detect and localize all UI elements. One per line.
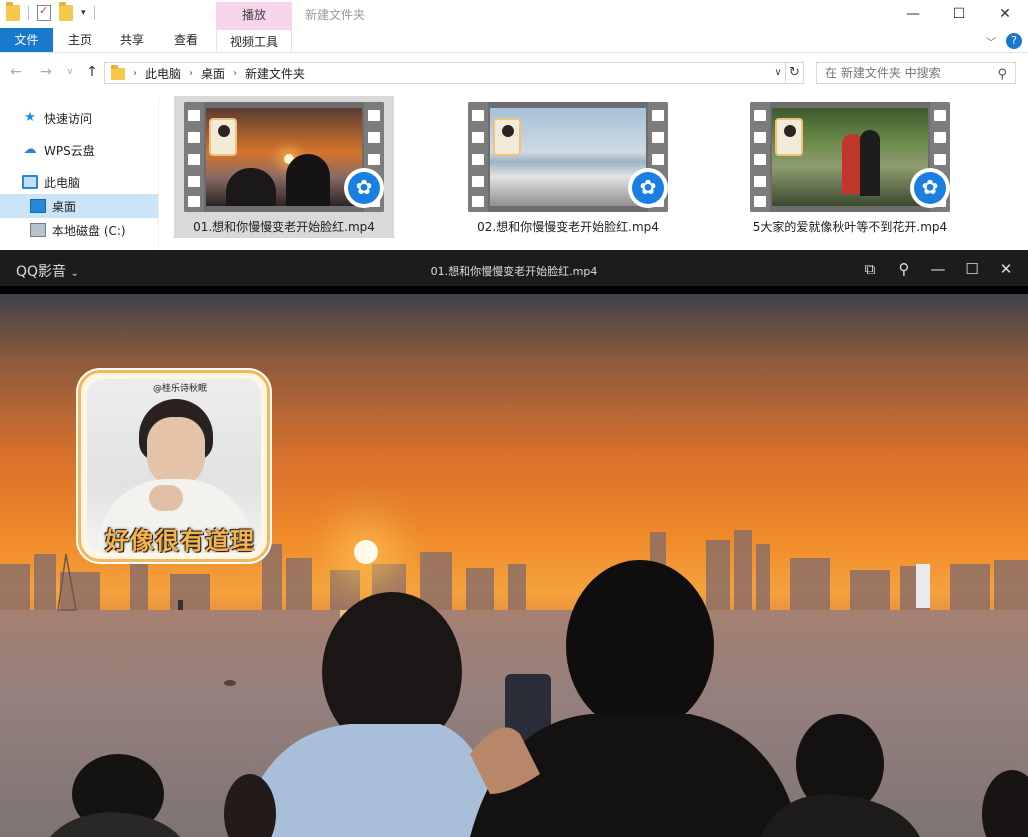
nav-item-label: 本地磁盘 (C:) — [52, 223, 126, 238]
hard-drive-icon — [30, 223, 46, 237]
sticker-overlay: @桂乐诗秋眠 好像很有道理 — [78, 370, 270, 562]
up-arrow-icon[interactable]: ↑ — [82, 62, 102, 82]
address-input[interactable]: › 此电脑 › 桌面 › 新建文件夹 — [104, 62, 786, 84]
expand-ribbon-icon[interactable]: ﹀ — [986, 34, 996, 49]
film-strip-edge — [468, 102, 488, 212]
sticker-caption: 好像很有道理 — [105, 527, 255, 553]
search-input[interactable]: 在 新建文件夹 中搜索 ⚲ — [816, 62, 1016, 84]
close-button[interactable]: ✕ — [998, 259, 1014, 279]
breadcrumb-new-folder[interactable]: 新建文件夹 — [245, 65, 305, 82]
video-thumbnail — [468, 102, 668, 212]
player-window-controls: ⧉ ⚲ — ☐ ✕ — [862, 259, 1014, 279]
thumbnail-frame — [490, 108, 646, 206]
location-folder-icon — [111, 65, 125, 80]
nav-item-label: WPS云盘 — [44, 143, 95, 158]
tab-video-tools[interactable]: 视频工具 — [216, 28, 292, 52]
context-tab-header: 播放 — [216, 2, 292, 28]
nav-item-desktop[interactable]: 桌面 — [0, 194, 158, 218]
tab-view[interactable]: 查看 — [166, 28, 206, 52]
film-strip-edge — [184, 102, 204, 212]
qq-player-window: QQ影音 ⌄ 01.想和你慢慢变老开始脸红.mp4 ⧉ ⚲ — ☐ ✕ @桂乐诗… — [0, 250, 1028, 837]
player-titlebar: QQ影音 ⌄ 01.想和你慢慢变老开始脸红.mp4 ⧉ ⚲ — ☐ ✕ — [0, 250, 1028, 290]
overlay-thumbnail — [209, 118, 237, 156]
properties-icon[interactable] — [37, 4, 51, 21]
quick-access-toolbar: ▾ — [6, 2, 95, 21]
sticker-image: @桂乐诗秋眠 好像很有道理 — [87, 379, 261, 553]
file-item[interactable]: 01.想和你慢慢变老开始脸红.mp4 — [174, 96, 394, 238]
address-dropdown-icon[interactable]: ∨ — [770, 62, 786, 84]
cloud-icon: ☁ — [23, 142, 37, 157]
sticker-watermark: @桂乐诗秋眠 — [152, 384, 207, 394]
forward-arrow-icon[interactable]: → — [36, 62, 56, 82]
window-controls: — ☐ ✕ — [890, 0, 1028, 28]
pane-divider — [158, 98, 159, 252]
nav-item-this-pc[interactable]: 此电脑 — [0, 170, 158, 194]
chevron-right-icon[interactable]: › — [233, 68, 237, 79]
overlay-thumbnail — [493, 118, 521, 156]
file-name: 02.想和你慢慢变老开始脸红.mp4 — [477, 220, 659, 234]
tab-share[interactable]: 共享 — [112, 28, 152, 52]
nav-item-wps-cloud[interactable]: ☁ WPS云盘 — [0, 138, 158, 162]
nav-item-label: 快速访问 — [44, 111, 93, 126]
toolbar-divider — [93, 6, 95, 20]
nav-item-label: 此电脑 — [44, 175, 81, 190]
qq-player-icon — [344, 168, 384, 208]
thumbnail-frame — [206, 108, 362, 206]
chevron-right-icon[interactable]: › — [189, 68, 193, 79]
search-icon[interactable]: ⚲ — [997, 65, 1007, 85]
nav-item-local-disk-c[interactable]: 本地磁盘 (C:) — [0, 218, 158, 242]
folder-icon[interactable] — [6, 2, 20, 21]
computer-icon — [22, 175, 38, 189]
file-item[interactable]: 5大家的爱就像秋叶等不到花开.mp4 — [740, 96, 960, 238]
qq-player-icon — [910, 168, 950, 208]
close-button[interactable]: ✕ — [982, 0, 1028, 28]
video-thumbnail — [750, 102, 950, 212]
sticker-hand — [149, 485, 183, 511]
file-explorer-window: ▾ 播放 新建文件夹 — ☐ ✕ 文件 主页 共享 查看 视频工具 ﹀ ? ← … — [0, 0, 1028, 252]
minimize-button[interactable]: — — [890, 0, 936, 28]
maximize-button[interactable]: ☐ — [964, 259, 980, 279]
new-folder-icon[interactable] — [59, 2, 73, 21]
chevron-right-icon[interactable]: › — [133, 68, 137, 79]
video-frame[interactable]: @桂乐诗秋眠 好像很有道理 — [0, 294, 1028, 837]
pin-on-top-icon[interactable]: ⚲ — [896, 259, 912, 279]
maximize-button[interactable]: ☐ — [936, 0, 982, 28]
explorer-titlebar: ▾ 播放 新建文件夹 — ☐ ✕ — [0, 0, 1028, 28]
customize-toolbar-dropdown-icon[interactable]: ▾ — [81, 8, 86, 18]
tab-file[interactable]: 文件 — [0, 28, 53, 52]
address-bar-row: ← → ∨ ↑ › 此电脑 › 桌面 › 新建文件夹 ∨ ↻ 在 新建文件夹 中… — [0, 58, 1028, 88]
nav-item-quick-access[interactable]: ★ 快速访问 — [0, 106, 158, 130]
star-icon: ★ — [24, 110, 36, 125]
toolbar-divider — [28, 6, 29, 20]
thumbnail-frame — [772, 108, 928, 206]
ribbon-tabs: 文件 主页 共享 查看 视频工具 ﹀ ? — [0, 28, 1028, 53]
nav-item-label: 桌面 — [52, 199, 77, 214]
file-name: 5大家的爱就像秋叶等不到花开.mp4 — [752, 220, 948, 234]
recent-locations-chevron-icon[interactable]: ∨ — [60, 62, 80, 82]
refresh-icon[interactable]: ↻ — [786, 62, 804, 84]
desktop-icon — [30, 199, 46, 213]
navigation-pane: ★ 快速访问 ☁ WPS云盘 此电脑 桌面 本地磁盘 (C:) — [0, 98, 158, 252]
video-thumbnail — [184, 102, 384, 212]
film-strip-edge — [750, 102, 770, 212]
breadcrumb-this-pc[interactable]: 此电脑 — [145, 65, 181, 82]
overlay-thumbnail — [775, 118, 803, 156]
search-placeholder: 在 新建文件夹 中搜索 — [825, 66, 941, 80]
breadcrumb-desktop[interactable]: 桌面 — [201, 65, 225, 82]
minimize-button[interactable]: — — [930, 259, 946, 279]
ribbon-right-controls: ﹀ ? — [986, 33, 1022, 49]
qq-player-icon — [628, 168, 668, 208]
file-item[interactable]: 02.想和你慢慢变老开始脸红.mp4 — [458, 96, 678, 238]
mini-mode-icon[interactable]: ⧉ — [862, 259, 878, 279]
window-title: 新建文件夹 — [305, 8, 366, 22]
back-arrow-icon[interactable]: ← — [6, 62, 26, 82]
file-name: 01.想和你慢慢变老开始脸红.mp4 — [193, 220, 375, 234]
sticker-face — [147, 417, 205, 487]
help-icon[interactable]: ? — [1006, 33, 1022, 49]
tab-home[interactable]: 主页 — [60, 28, 100, 52]
